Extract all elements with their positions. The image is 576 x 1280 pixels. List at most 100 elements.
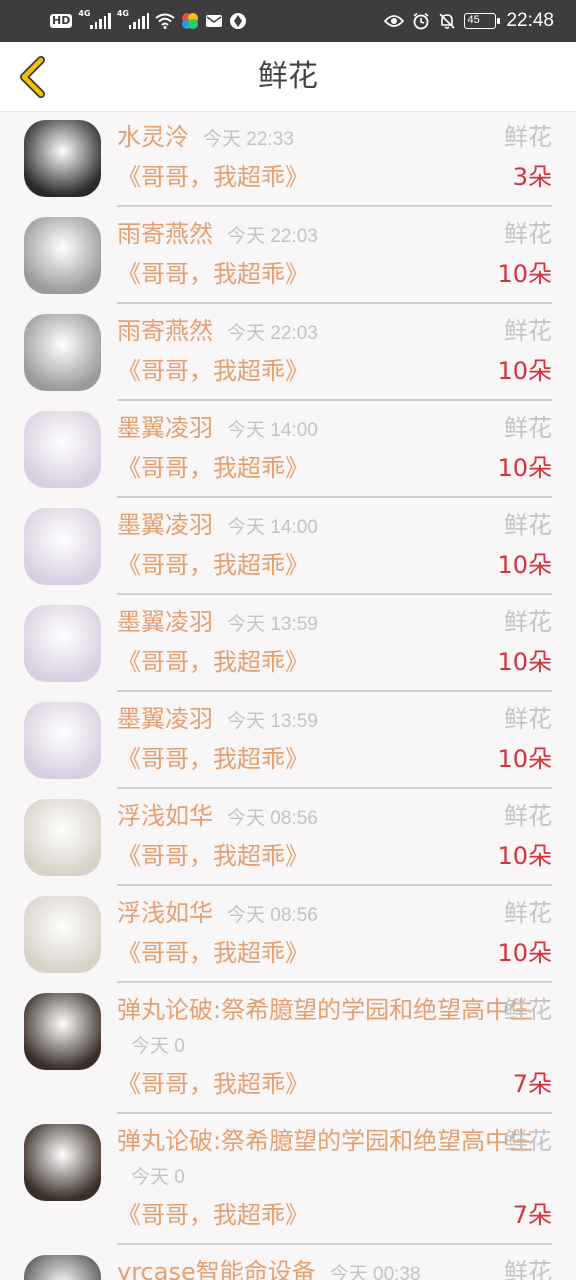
user-avatar[interactable] <box>24 508 101 585</box>
username[interactable]: 雨寄燕然 <box>117 220 213 248</box>
user-avatar[interactable] <box>24 1255 101 1280</box>
gift-count: 10朵 <box>497 648 552 676</box>
gift-count: 10朵 <box>497 939 552 967</box>
record-time: 今天 13:59 <box>227 711 318 732</box>
status-right: 45 22:48 <box>384 9 554 33</box>
record-detail: 《哥哥，我超乖》 10朵 <box>117 351 552 399</box>
book-title[interactable]: 《哥哥，我超乖》 <box>117 648 309 676</box>
record-header: 墨翼凌羽 今天 13:59 鲜花 <box>117 702 552 739</box>
book-title[interactable]: 《哥哥，我超乖》 <box>117 745 309 773</box>
gift-record-row[interactable]: 墨翼凌羽 今天 14:00 鲜花《哥哥，我超乖》 10朵 <box>0 500 576 597</box>
record-detail: 《哥哥，我超乖》 3朵 <box>117 157 552 205</box>
record-time: 今天 0 <box>131 1036 185 1057</box>
username[interactable]: 雨寄燕然 <box>117 317 213 345</box>
username[interactable]: 浮浅如华 <box>117 802 213 830</box>
gift-type: 鲜花 <box>504 414 552 442</box>
record-content: 弹丸论破:祭希臆望的学园和绝望高中生今天 0 鲜花《哥哥，我超乖》 7朵 <box>117 993 552 1114</box>
record-content: 弹丸论破:祭希臆望的学园和绝望高中生今天 0 鲜花 《哥哥，我超乖》 7朵 <box>117 1124 552 1245</box>
user-avatar[interactable] <box>24 702 101 779</box>
record-content: 雨寄燕然 今天 22:03 鲜花《哥哥，我超乖》 10朵 <box>117 217 552 304</box>
gift-type: 鲜花 <box>504 996 552 1024</box>
username[interactable]: 浮浅如华 <box>117 899 213 927</box>
username[interactable]: 弹丸论破:祭希臆望的学园和绝望高中生 <box>117 996 533 1024</box>
record-header: 雨寄燕然 今天 22:03 鲜花 <box>117 314 552 351</box>
record-time: 今天 13:59 <box>227 614 318 635</box>
book-title[interactable]: 《哥哥，我超乖》 <box>117 163 309 191</box>
gift-record-row[interactable]: 浮浅如华 今天 08:56 鲜花 《哥哥，我超乖》 10朵 <box>0 791 576 888</box>
gift-count: 7朵 <box>512 1201 552 1229</box>
record-time: 今天 14:00 <box>227 420 318 441</box>
user-avatar[interactable] <box>24 411 101 488</box>
record-content: 水灵泠 今天 22:33 鲜花《哥哥，我超乖》 3朵 <box>117 120 552 207</box>
gift-record-row[interactable]: 雨寄燕然 今天 22:03 鲜花《哥哥，我超乖》 10朵 <box>0 209 576 306</box>
book-title[interactable]: 《哥哥，我超乖》 <box>117 551 309 579</box>
page-title: 鲜花 <box>258 59 318 94</box>
gift-count: 10朵 <box>497 357 552 385</box>
record-header: 水灵泠 今天 22:33 鲜花 <box>117 120 552 157</box>
record-content: 墨翼凌羽 今天 14:00 鲜花 《哥哥，我超乖》 10朵 <box>117 411 552 498</box>
gift-type: 鲜花 <box>504 608 552 636</box>
username[interactable]: yrcase智能命设备 <box>117 1258 316 1280</box>
record-header: 浮浅如华 今天 08:56 鲜花 <box>117 896 552 933</box>
record-detail: 《哥哥，我超乖》 10朵 <box>117 739 552 787</box>
book-title[interactable]: 《哥哥，我超乖》 <box>117 357 309 385</box>
status-bar: HD 4G 4G 45 22:48 <box>0 0 576 42</box>
user-avatar[interactable] <box>24 217 101 294</box>
record-detail: 《哥哥，我超乖》 7朵 <box>117 1195 552 1243</box>
user-avatar[interactable] <box>24 799 101 876</box>
record-detail: 《哥哥，我超乖》 7朵 <box>117 1064 552 1112</box>
user-avatar[interactable] <box>24 314 101 391</box>
gift-type: 鲜花 <box>504 220 552 248</box>
record-header: 墨翼凌羽 今天 14:00 鲜花 <box>117 508 552 545</box>
record-header: 弹丸论破:祭希臆望的学园和绝望高中生今天 0 鲜花 <box>117 993 552 1064</box>
status-time: 22:48 <box>506 10 554 31</box>
username[interactable]: 弹丸论破:祭希臆望的学园和绝望高中生 <box>117 1127 533 1155</box>
gift-record-row[interactable]: 墨翼凌羽 今天 13:59 鲜花《哥哥，我超乖》 10朵 <box>0 597 576 694</box>
username[interactable]: 墨翼凌羽 <box>117 608 213 636</box>
gift-record-list: 水灵泠 今天 22:33 鲜花 《哥哥，我超乖》 3朵 雨寄燕然 今天 22:03 鲜花 《哥哥… <box>0 112 576 1280</box>
record-detail: 《哥哥，我超乖》 10朵 <box>117 836 552 884</box>
record-header: 墨翼凌羽 今天 14:00 鲜花 <box>117 411 552 448</box>
gift-record-row[interactable]: 墨翼凌羽 今天 13:59 鲜花 《哥哥，我超乖》 10朵 <box>0 694 576 791</box>
gift-type: 鲜花 <box>504 802 552 830</box>
app-notification-icon <box>182 13 199 29</box>
record-time: 今天 14:00 <box>227 517 318 538</box>
user-avatar[interactable] <box>24 993 101 1070</box>
username[interactable]: 水灵泠 <box>117 123 189 151</box>
gift-count: 3朵 <box>512 163 552 191</box>
gift-record-row[interactable]: 浮浅如华 今天 08:56 鲜花《哥哥，我超乖》 10朵 <box>0 888 576 985</box>
username[interactable]: 墨翼凌羽 <box>117 705 213 733</box>
record-detail: 《哥哥，我超乖》 10朵 <box>117 254 552 302</box>
gift-record-row[interactable]: 水灵泠 今天 22:33 鲜花《哥哥，我超乖》 3朵 <box>0 112 576 209</box>
book-title[interactable]: 《哥哥，我超乖》 <box>117 842 309 870</box>
battery-icon: 45 <box>464 13 501 29</box>
gift-record-row[interactable]: yrcase智能命设备 今天 00:38 鲜花 <box>0 1247 576 1280</box>
status-left: HD 4G 4G <box>50 9 247 33</box>
username[interactable]: 墨翼凌羽 <box>117 511 213 539</box>
record-time: 今天 22:03 <box>227 226 318 247</box>
book-title[interactable]: 《哥哥，我超乖》 <box>117 1201 309 1229</box>
record-header: yrcase智能命设备 今天 00:38 鲜花 <box>117 1255 552 1280</box>
record-content: 雨寄燕然 今天 22:03 鲜花《哥哥，我超乖》 10朵 <box>117 314 552 401</box>
record-content: 浮浅如华 今天 08:56 鲜花 《哥哥，我超乖》 10朵 <box>117 799 552 886</box>
gift-record-row[interactable]: 弹丸论破:祭希臆望的学园和绝望高中生今天 0 鲜花《哥哥，我超乖》 7朵 <box>0 985 576 1116</box>
user-avatar[interactable] <box>24 120 101 197</box>
record-content: 墨翼凌羽 今天 13:59 鲜花 《哥哥，我超乖》 10朵 <box>117 702 552 789</box>
book-title[interactable]: 《哥哥，我超乖》 <box>117 939 309 967</box>
username[interactable]: 墨翼凌羽 <box>117 414 213 442</box>
gift-record-row[interactable]: 墨翼凌羽 今天 14:00 鲜花 《哥哥，我超乖》 10朵 <box>0 403 576 500</box>
hd-badge: HD <box>50 14 73 28</box>
user-avatar[interactable] <box>24 896 101 973</box>
book-title[interactable]: 《哥哥，我超乖》 <box>117 1070 309 1098</box>
record-detail: 《哥哥，我超乖》 10朵 <box>117 545 552 593</box>
record-header: 墨翼凌羽 今天 13:59 鲜花 <box>117 605 552 642</box>
book-title[interactable]: 《哥哥，我超乖》 <box>117 454 309 482</box>
gift-record-row[interactable]: 雨寄燕然 今天 22:03 鲜花《哥哥，我超乖》 10朵 <box>0 306 576 403</box>
user-avatar[interactable] <box>24 1124 101 1201</box>
gift-record-row[interactable]: 弹丸论破:祭希臆望的学园和绝望高中生今天 0 鲜花 《哥哥，我超乖》 7朵 <box>0 1116 576 1247</box>
gift-type: 鲜花 <box>504 511 552 539</box>
user-avatar[interactable] <box>24 605 101 682</box>
record-detail: 《哥哥，我超乖》 10朵 <box>117 642 552 690</box>
gift-type: 鲜花 <box>504 317 552 345</box>
book-title[interactable]: 《哥哥，我超乖》 <box>117 260 309 288</box>
